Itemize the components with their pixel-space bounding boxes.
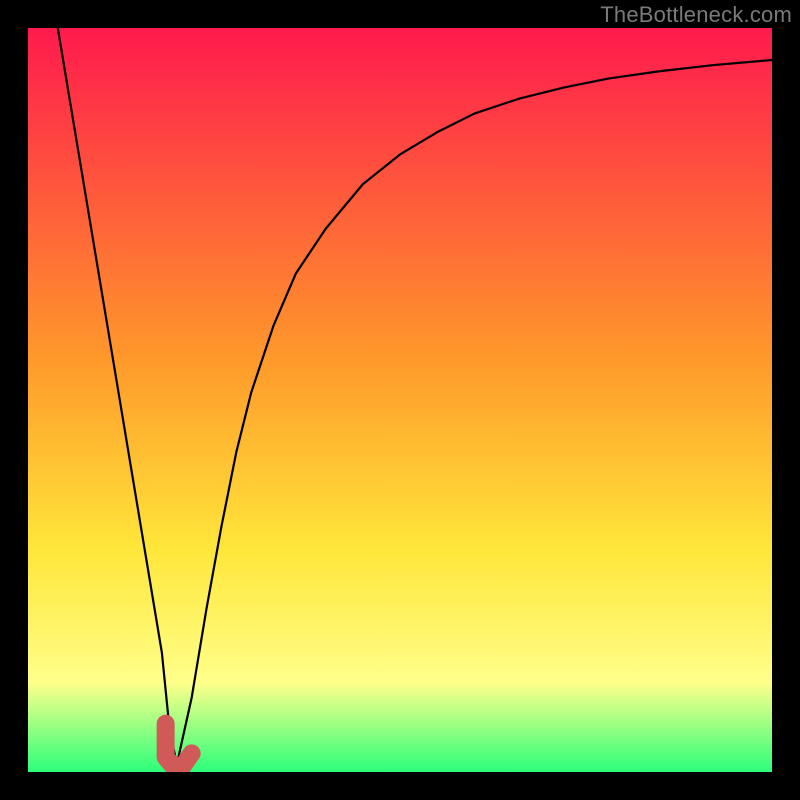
- gradient-background: [28, 28, 772, 772]
- chart-frame: TheBottleneck.com: [0, 0, 800, 800]
- chart-plot-area: [28, 28, 772, 772]
- bottleneck-chart: [28, 28, 772, 772]
- watermark-text: TheBottleneck.com: [600, 2, 792, 28]
